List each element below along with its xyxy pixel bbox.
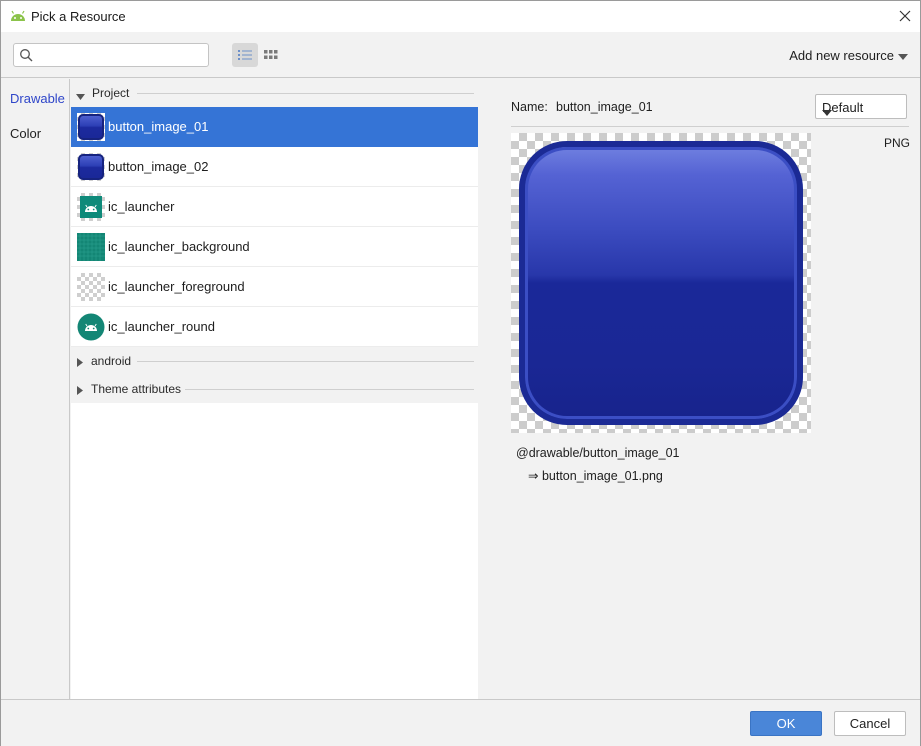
toolbar: Add new resource [1, 32, 920, 78]
list-item-name: button_image_02 [108, 159, 209, 174]
search-input[interactable] [38, 46, 206, 64]
cancel-button[interactable]: Cancel [834, 711, 906, 736]
group-divider [137, 93, 474, 94]
format-label: PNG [883, 136, 910, 150]
add-new-resource-label: Add new resource [789, 48, 894, 63]
android-round-icon [77, 313, 105, 341]
group-divider [185, 389, 474, 390]
resource-file: ⇒ button_image_01.png [528, 469, 663, 483]
window-title: Pick a Resource [31, 9, 126, 24]
group-header-android[interactable]: android [71, 347, 478, 375]
density-dropdown[interactable]: Default [815, 94, 907, 119]
category-drawable[interactable]: Drawable [10, 91, 65, 106]
resource-reference: @drawable/button_image_01 [516, 446, 680, 460]
list-item-name: ic_launcher [108, 199, 175, 214]
list-item[interactable]: ic_launcher [71, 187, 478, 227]
transparent-foreground-icon [77, 273, 105, 301]
search-field[interactable] [13, 43, 209, 67]
collapsed-triangle-icon [77, 383, 83, 398]
dropdown-arrow-icon [898, 48, 908, 63]
group-label: android [91, 354, 138, 368]
image-preview [511, 133, 811, 433]
category-color[interactable]: Color [10, 126, 41, 141]
resource-list: Project button_image_01 button_image_02 [71, 79, 478, 699]
list-view-icon[interactable] [232, 43, 258, 67]
chevron-down-icon [822, 104, 899, 119]
preview-panel: Name: button_image_01 Default PNG @drawa… [492, 79, 920, 699]
group-divider [137, 361, 474, 362]
list-scrollbar-track[interactable] [478, 79, 492, 699]
pick-resource-dialog: Pick a Resource Add new resource Drawabl… [0, 0, 921, 746]
button-image-thumbnail [77, 113, 105, 141]
category-list: Drawable Color [1, 79, 70, 699]
dialog-footer: OK Cancel [1, 699, 920, 746]
name-label: Name: [511, 100, 548, 114]
list-item[interactable]: ic_launcher_background [71, 227, 478, 267]
list-item[interactable]: button_image_01 [71, 107, 478, 147]
list-item-name: ic_launcher_background [108, 239, 250, 254]
add-new-resource-button[interactable]: Add new resource [789, 48, 908, 63]
collapsed-triangle-icon [77, 355, 83, 370]
grid-view-icon[interactable] [260, 43, 282, 67]
list-item[interactable]: ic_launcher_round [71, 307, 478, 347]
ok-button[interactable]: OK [750, 711, 822, 736]
teal-grid-icon [77, 233, 105, 261]
android-launcher-icon [77, 193, 105, 221]
list-item-name: ic_launcher_foreground [108, 279, 245, 294]
name-value: button_image_01 [556, 100, 653, 114]
group-header-project[interactable]: Project [71, 79, 478, 107]
button-image-preview [519, 141, 803, 425]
close-icon[interactable] [890, 1, 920, 31]
preview-divider [511, 126, 909, 127]
list-item[interactable]: ic_launcher_foreground [71, 267, 478, 307]
title-bar: Pick a Resource [1, 1, 920, 32]
button-image-thumbnail [77, 153, 105, 181]
list-item[interactable]: button_image_02 [71, 147, 478, 187]
group-label: Theme attributes [91, 382, 188, 396]
expanded-triangle-icon [76, 88, 85, 103]
search-icon [19, 48, 33, 65]
group-label: Project [92, 86, 136, 100]
list-item-name: button_image_01 [108, 119, 209, 134]
group-header-theme-attributes[interactable]: Theme attributes [71, 375, 478, 403]
android-icon [10, 10, 26, 22]
list-item-name: ic_launcher_round [108, 319, 215, 334]
